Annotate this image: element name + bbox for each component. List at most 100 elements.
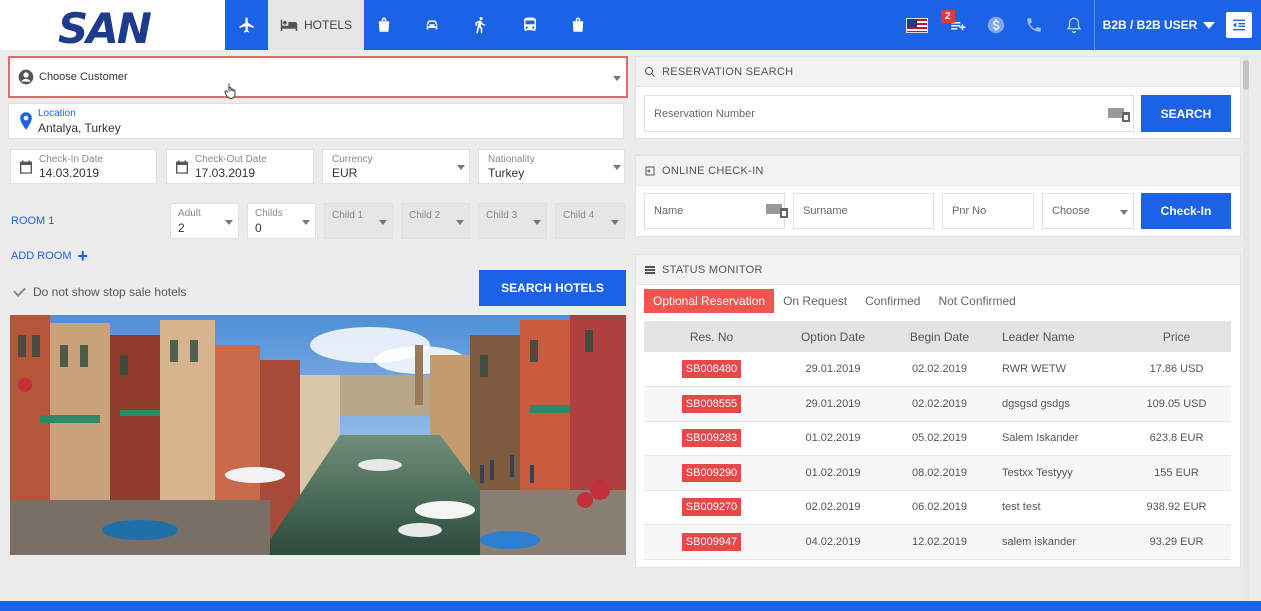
- checkin-pnr-input[interactable]: Pnr No: [942, 193, 1034, 229]
- nav-transfers[interactable]: [514, 0, 546, 50]
- option-date-cell: 02.02.2019: [779, 490, 887, 525]
- notifications-button[interactable]: [1060, 0, 1088, 50]
- childs-value: 0: [255, 221, 262, 235]
- column-header-price[interactable]: Price: [1122, 321, 1231, 352]
- res-no-tag[interactable]: SB008480: [681, 360, 742, 378]
- online-checkin-title: ONLINE CHECK-IN: [662, 164, 764, 177]
- table-row[interactable]: SB008555 29.01.2019 02.02.2019 dgsgsd gs…: [644, 386, 1231, 422]
- phone-button[interactable]: [1020, 0, 1048, 50]
- currency-button[interactable]: [982, 0, 1010, 50]
- id-card-icon: [766, 204, 788, 218]
- res-no-tag[interactable]: SB009290: [681, 463, 742, 482]
- scrollbar-track[interactable]: [1243, 56, 1249, 601]
- status-monitor-panel: STATUS MONITOR Optional Reservation On R…: [635, 254, 1241, 568]
- chevron-down-icon: [611, 220, 619, 225]
- nationality-select[interactable]: Nationality Turkey: [478, 149, 625, 184]
- bell-icon: [1066, 17, 1082, 34]
- nav-activities[interactable]: [464, 0, 496, 50]
- nav-tours[interactable]: [562, 0, 594, 50]
- begin-date-cell: 12.02.2019: [887, 524, 992, 560]
- table-row[interactable]: SB009290 01.02.2019 08.02.2019 Testxx Te…: [644, 455, 1231, 491]
- checkin-button[interactable]: Check-In: [1141, 193, 1231, 229]
- chevron-down-icon: [225, 220, 233, 225]
- child-4-select[interactable]: Child 4: [555, 203, 625, 239]
- column-header-option-date[interactable]: Option Date: [779, 321, 887, 352]
- checkin-choose-select[interactable]: Choose: [1042, 193, 1134, 229]
- res-no-tag[interactable]: SB009270: [681, 498, 742, 517]
- checkin-surname-input[interactable]: Surname: [793, 193, 934, 229]
- online-checkin-header: ONLINE CHECK-IN: [636, 156, 1240, 186]
- res-no-tag[interactable]: SB009947: [681, 532, 742, 551]
- price-cell: 623.8 EUR: [1122, 421, 1231, 456]
- bed-icon: [280, 19, 298, 31]
- adult-select[interactable]: Adult 2: [170, 203, 239, 239]
- calendar-icon: [176, 160, 188, 174]
- childs-select[interactable]: Childs 0: [247, 203, 316, 239]
- checkin-name-input[interactable]: Name: [644, 193, 785, 229]
- table-row[interactable]: SB009283 01.02.2019 05.02.2019 Salem Isk…: [644, 421, 1231, 456]
- reservation-number-input[interactable]: Reservation Number: [644, 95, 1134, 132]
- header-divider: [1094, 0, 1095, 50]
- res-no-cell: SB008480: [644, 352, 779, 387]
- chevron-down-icon: [613, 76, 621, 81]
- chevron-down-icon: [379, 220, 387, 225]
- res-no-tag[interactable]: SB009283: [681, 429, 742, 448]
- table-row[interactable]: SB009270 02.02.2019 06.02.2019 test test…: [644, 490, 1231, 525]
- child-1-select[interactable]: Child 1: [324, 203, 393, 239]
- bus-icon: [524, 17, 536, 31]
- phone-icon: [1027, 18, 1041, 32]
- column-header-res-no[interactable]: Res. No: [644, 321, 779, 352]
- brand-logo[interactable]: SAN: [58, 4, 152, 53]
- checkin-choose-label: Choose: [1052, 205, 1090, 217]
- user-menu[interactable]: B2B / B2B USER: [1096, 0, 1222, 50]
- begin-date-cell: 08.02.2019: [887, 455, 992, 491]
- table-row[interactable]: SB008480 29.01.2019 02.02.2019 RWR WETW …: [644, 352, 1231, 387]
- nav-hotels[interactable]: HOTELS: [268, 0, 364, 50]
- currency-select[interactable]: Currency EUR: [322, 149, 470, 184]
- column-header-begin-date[interactable]: Begin Date: [887, 321, 992, 352]
- us-flag-icon[interactable]: [906, 18, 928, 33]
- leader-name-cell: Testxx Testyyy: [992, 455, 1122, 491]
- price-cell: 109.05 USD: [1122, 386, 1231, 422]
- column-header-leader-name[interactable]: Leader Name: [992, 321, 1122, 352]
- begin-date-cell: 02.02.2019: [887, 352, 992, 387]
- checkout-date-field[interactable]: Check-Out Date 17.03.2019: [166, 149, 314, 184]
- table-row[interactable]: SB009947 04.02.2019 12.02.2019 salem isk…: [644, 524, 1231, 560]
- nav-flights[interactable]: [225, 0, 268, 50]
- checkin-date-field[interactable]: Check-In Date 14.03.2019: [10, 149, 157, 184]
- checkout-value: 17.03.2019: [195, 166, 256, 180]
- adult-label: Adult: [178, 208, 201, 219]
- location-pin-icon: [20, 112, 32, 130]
- calendar-icon: [20, 160, 32, 174]
- search-hotels-button[interactable]: SEARCH HOTELS: [479, 270, 626, 306]
- sidebar-toggle-button[interactable]: [1226, 12, 1252, 38]
- table-header-row: Res. No Option Date Begin Date Leader Na…: [644, 321, 1231, 352]
- list-icon: [645, 265, 655, 274]
- stop-sale-checkbox[interactable]: Do not show stop sale hotels: [13, 284, 187, 299]
- reservation-search-panel: RESERVATION SEARCH Reservation Number SE…: [635, 56, 1241, 139]
- car-icon: [426, 20, 438, 30]
- child-3-select[interactable]: Child 3: [478, 203, 547, 239]
- childs-label: Childs: [255, 208, 283, 219]
- add-room-button[interactable]: ADD ROOM +: [11, 247, 88, 265]
- add-room-label: ADD ROOM: [11, 250, 72, 262]
- nav-cars[interactable]: [416, 0, 448, 50]
- leader-name-cell: test test: [992, 490, 1122, 525]
- basket-button[interactable]: [944, 0, 972, 50]
- choose-customer-select[interactable]: Choose Customer: [8, 56, 628, 100]
- res-no-tag[interactable]: SB008555: [681, 394, 742, 413]
- child-3-label: Child 3: [486, 210, 518, 221]
- location-field[interactable]: Location Antalya, Turkey: [8, 103, 624, 139]
- tab-optional-reservation[interactable]: Optional Reservation: [644, 289, 775, 313]
- tab-confirmed[interactable]: Confirmed: [856, 289, 929, 313]
- user-menu-label: B2B / B2B USER: [1102, 18, 1198, 32]
- scrollbar-thumb[interactable]: [1243, 60, 1249, 90]
- child-2-select[interactable]: Child 2: [401, 203, 470, 239]
- stop-sale-label: Do not show stop sale hotels: [33, 285, 187, 299]
- currency-label: Currency: [332, 154, 373, 165]
- nav-packages[interactable]: [368, 0, 400, 50]
- tab-on-request[interactable]: On Request: [774, 289, 856, 313]
- dollar-circle-icon: [987, 16, 1005, 34]
- tab-not-confirmed[interactable]: Not Confirmed: [929, 289, 1024, 313]
- reservation-search-button[interactable]: SEARCH: [1141, 95, 1231, 132]
